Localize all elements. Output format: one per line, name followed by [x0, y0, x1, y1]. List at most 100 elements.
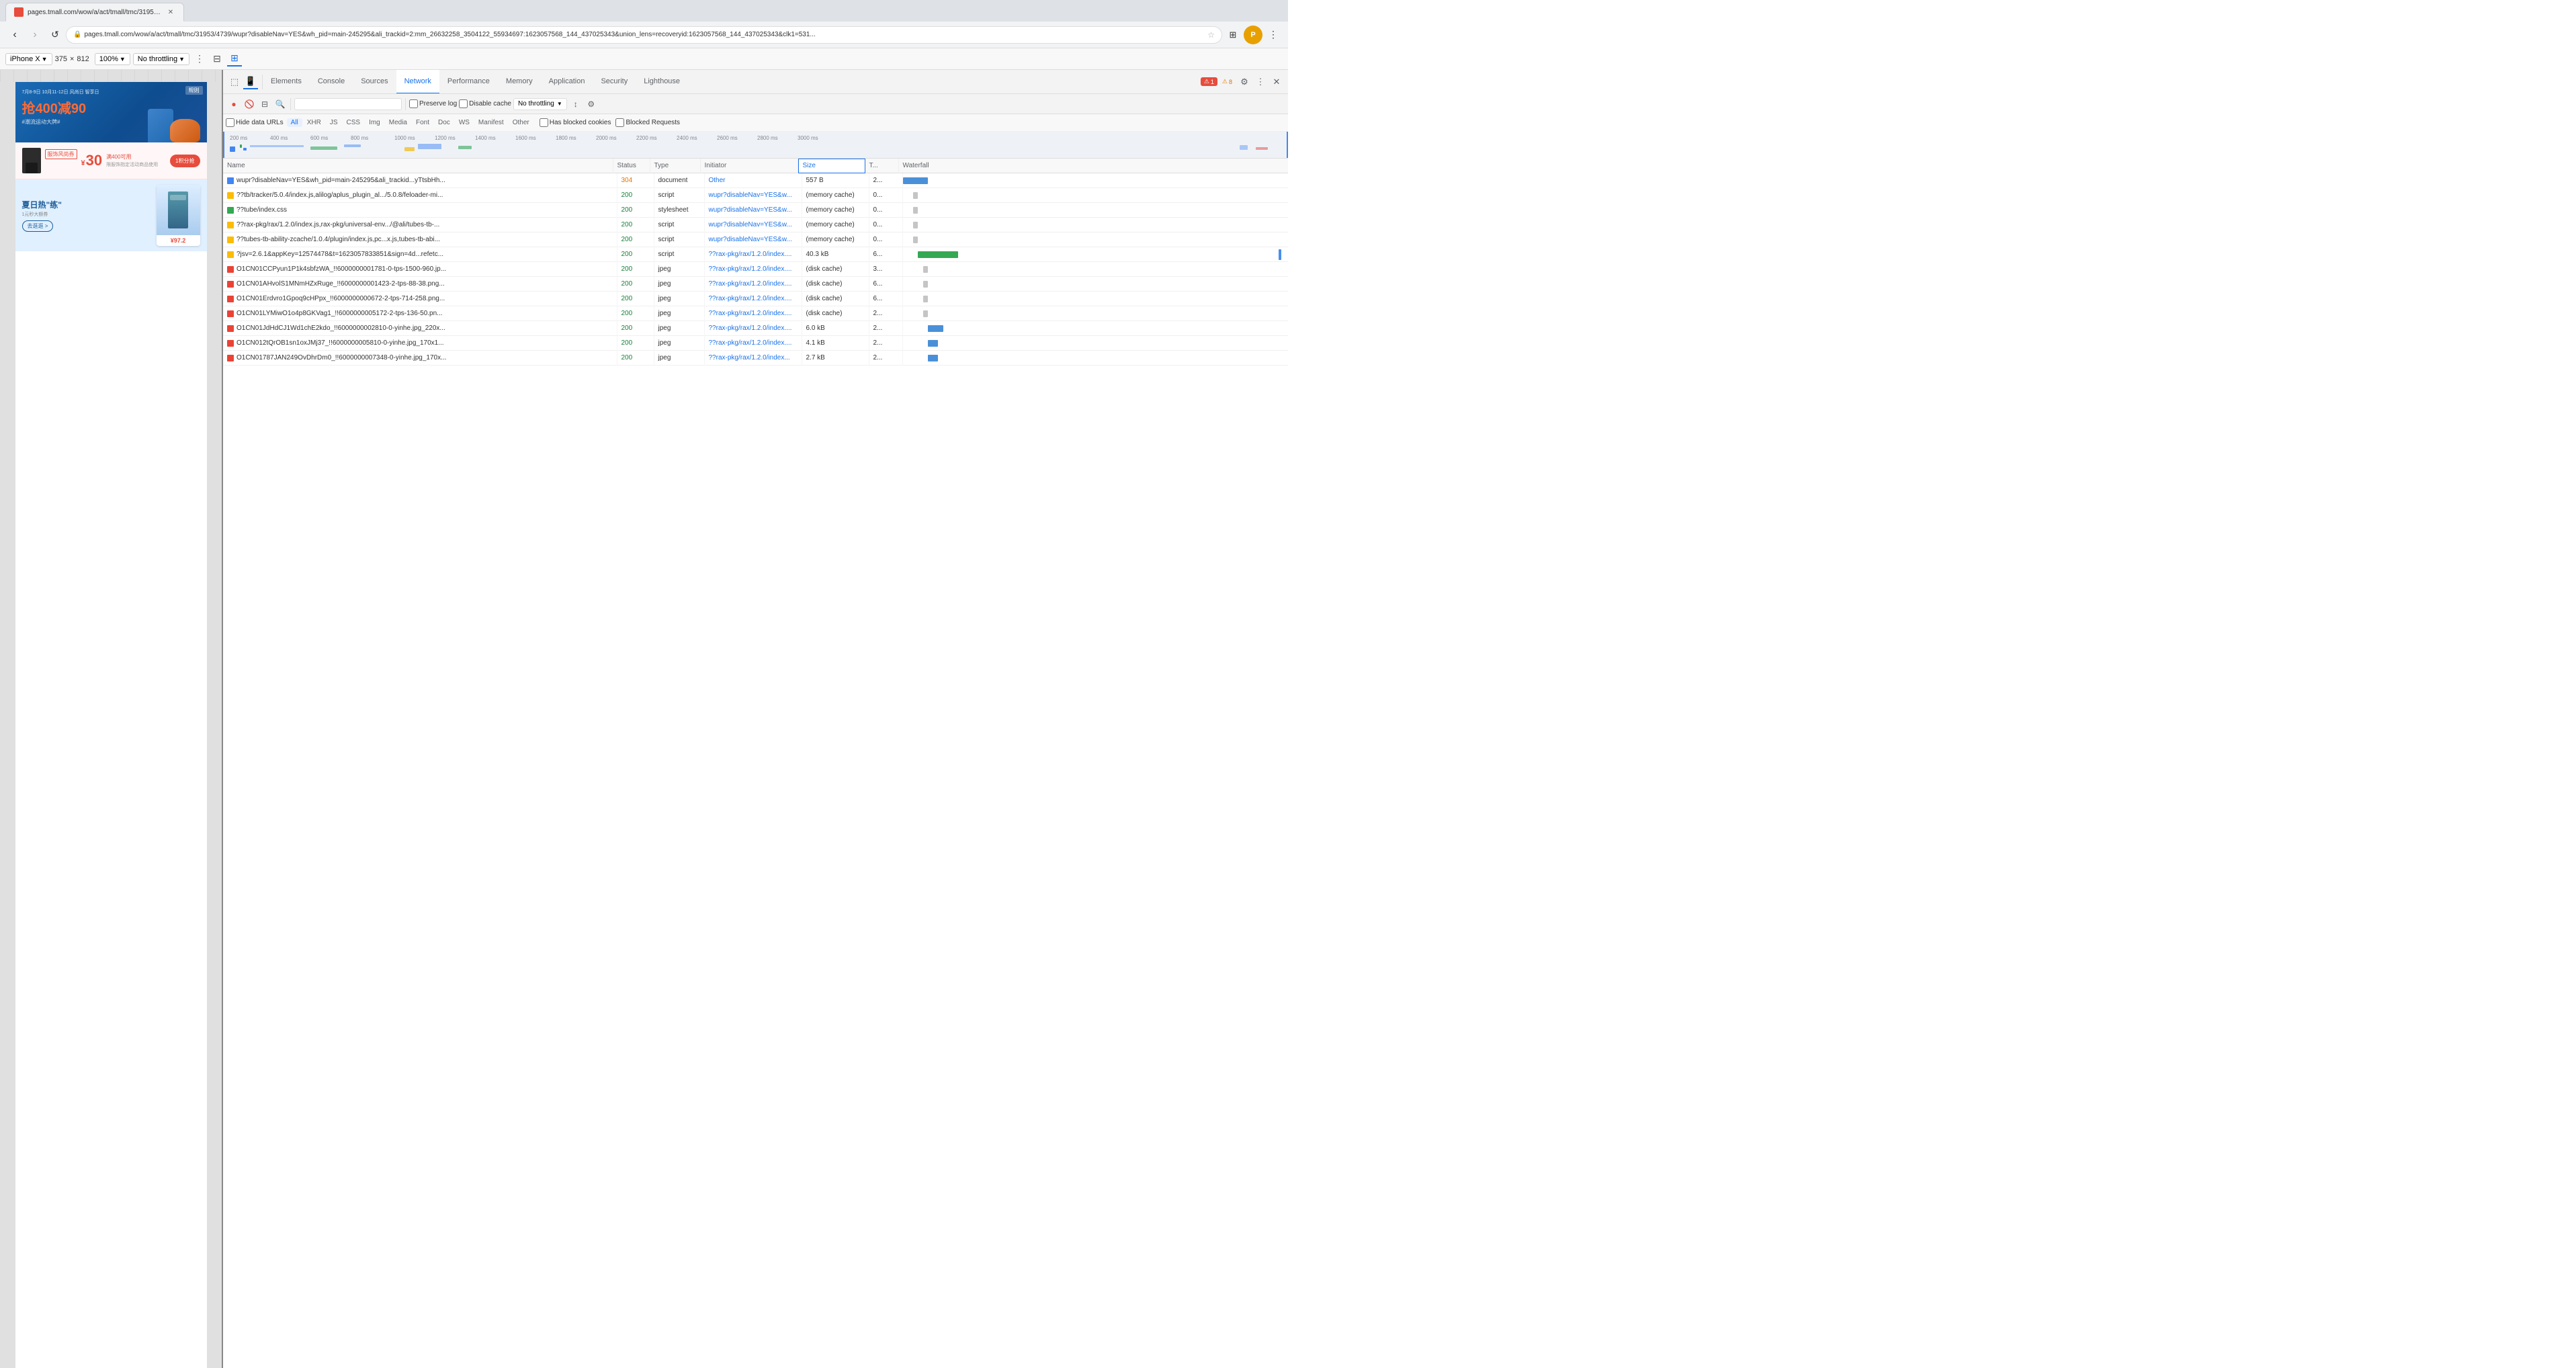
td-status: 200 — [617, 336, 654, 351]
tab-close-icon[interactable]: ✕ — [166, 7, 175, 17]
reload-button[interactable]: ↺ — [46, 26, 65, 44]
filter-ws[interactable]: WS — [455, 118, 474, 127]
table-row[interactable]: ??rax-pkg/rax/1.2.0/index.js,rax-pkg/uni… — [223, 218, 1288, 232]
td-size: (disk cache) — [802, 262, 869, 277]
import-export-icon[interactable]: ↕ — [569, 97, 583, 111]
th-status[interactable]: Status — [613, 159, 650, 173]
hide-data-urls-checkbox[interactable]: Hide data URLs — [226, 118, 284, 127]
table-row[interactable]: ??tube/index.css 200 stylesheet wupr?dis… — [223, 203, 1288, 218]
tab-memory[interactable]: Memory — [498, 70, 541, 93]
address-text: pages.tmall.com/wow/a/act/tmall/tmc/3195… — [84, 31, 1205, 38]
coupon-button[interactable]: 1积分抢 — [170, 155, 200, 167]
has-blocked-cookies-checkbox[interactable]: Has blocked cookies — [540, 118, 611, 127]
filter-css[interactable]: CSS — [343, 118, 365, 127]
zoom-selector[interactable]: 100% ▼ — [95, 53, 130, 65]
filter-bar: Hide data URLs All XHR JS CSS Img Media … — [223, 114, 1288, 132]
waterfall-bar — [928, 355, 938, 361]
td-time: 2... — [869, 351, 903, 366]
throttle-value: No throttling — [138, 55, 177, 63]
filter-doc[interactable]: Doc — [434, 118, 454, 127]
back-button[interactable]: ‹ — [5, 26, 24, 44]
network-toolbar: ● 🚫 ⊟ 🔍 Preserve log Disable cache No th… — [223, 94, 1288, 114]
td-initiator: ??rax-pkg/rax/1.2.0/index.... — [705, 277, 802, 292]
td-time: 6... — [869, 277, 903, 292]
responsive-frames-icon[interactable]: ⊞ — [227, 52, 242, 67]
profile-icon[interactable]: P — [1244, 26, 1262, 44]
filter-all[interactable]: All — [287, 118, 302, 127]
table-row[interactable]: wupr?disableNav=YES&wh_pid=main-245295&a… — [223, 173, 1288, 188]
filter-media[interactable]: Media — [385, 118, 411, 127]
th-size[interactable]: Size — [798, 159, 865, 173]
throttle-dropdown[interactable]: No throttling ▼ — [513, 98, 567, 110]
record-button[interactable]: ● — [227, 97, 241, 111]
th-initiator[interactable]: Initiator — [701, 159, 798, 173]
disable-cache-checkbox[interactable]: Disable cache — [459, 99, 511, 108]
preserve-log-checkbox[interactable]: Preserve log — [409, 99, 457, 108]
td-status: 200 — [617, 292, 654, 306]
filter-icon[interactable]: ⊟ — [258, 97, 271, 111]
tab-sources[interactable]: Sources — [353, 70, 396, 93]
settings-icon[interactable]: ⚙ — [1237, 75, 1252, 89]
table-row[interactable]: ??tb/tracker/5.0.4/index.js,alilog/aplus… — [223, 188, 1288, 203]
tab-network[interactable]: Network — [396, 70, 439, 93]
more-devtools-icon[interactable]: ⋮ — [1253, 75, 1268, 89]
forward-button[interactable]: › — [26, 26, 44, 44]
devtools-toggle-icon[interactable]: ⊟ — [210, 52, 224, 67]
exercise-go-button[interactable]: 去逛逛 > — [22, 220, 54, 232]
tab-performance[interactable]: Performance — [439, 70, 498, 93]
clear-button[interactable]: 🚫 — [243, 97, 256, 111]
tab-security[interactable]: Security — [593, 70, 636, 93]
filter-manifest[interactable]: Manifest — [474, 118, 508, 127]
table-row[interactable]: O1CN012tQrOB1sn1oxJMj37_!!6000000005810-… — [223, 336, 1288, 351]
table-row[interactable]: ??tubes-tb-ability-zcache/1.0.4/plugin/i… — [223, 232, 1288, 247]
search-input[interactable] — [294, 98, 402, 110]
throttle-selector[interactable]: No throttling ▼ — [133, 53, 189, 65]
td-type: document — [654, 173, 705, 188]
td-initiator: ??rax-pkg/rax/1.2.0/index... — [705, 351, 802, 366]
th-name[interactable]: Name — [223, 159, 613, 173]
table-row[interactable]: ?jsv=2.6.1&appKey=12574478&t=16230578338… — [223, 247, 1288, 262]
th-time[interactable]: T... — [865, 159, 899, 173]
inspect-element-icon[interactable]: ⬚ — [227, 75, 242, 89]
toolbar-separator-2 — [405, 98, 406, 110]
device-toggle-icon[interactable]: 📱 — [243, 75, 258, 89]
td-waterfall — [903, 306, 1289, 321]
close-devtools-icon[interactable]: ✕ — [1269, 75, 1284, 89]
filter-xhr[interactable]: XHR — [303, 118, 325, 127]
table-row[interactable]: O1CN01787JAN249OvDhrDm0_!!6000000007348-… — [223, 351, 1288, 366]
tab-application[interactable]: Application — [541, 70, 593, 93]
device-selector[interactable]: iPhone X ▼ — [5, 53, 52, 65]
blocked-requests-checkbox[interactable]: Blocked Requests — [615, 118, 680, 127]
td-initiator: ??rax-pkg/rax/1.2.0/index.... — [705, 247, 802, 262]
table-row[interactable]: O1CN01Erdvro1Gpoq9cHPpx_!!6000000000672-… — [223, 292, 1288, 306]
th-waterfall[interactable]: Waterfall — [899, 159, 1289, 173]
settings-gear-icon[interactable]: ⚙ — [585, 97, 598, 111]
more-options-icon[interactable]: ⋮ — [192, 52, 207, 67]
table-row[interactable]: O1CN01LYMiwO1o4p8GKVag1_!!6000000005172-… — [223, 306, 1288, 321]
menu-icon[interactable]: ⋮ — [1264, 26, 1283, 44]
filter-font[interactable]: Font — [412, 118, 433, 127]
tab-lighthouse[interactable]: Lighthouse — [636, 70, 688, 93]
th-type[interactable]: Type — [650, 159, 701, 173]
table-row[interactable]: O1CN01JdHdCJ1Wd1chE2kdo_!!6000000002810-… — [223, 321, 1288, 336]
tab-title: pages.tmall.com/wow/a/act/tmall/tmc/3195… — [28, 9, 162, 16]
extensions-icon[interactable]: ⊞ — [1223, 26, 1242, 44]
active-tab[interactable]: pages.tmall.com/wow/a/act/tmall/tmc/3195… — [5, 3, 184, 22]
td-status: 200 — [617, 247, 654, 262]
browser-chrome: pages.tmall.com/wow/a/act/tmall/tmc/3195… — [0, 0, 1288, 48]
tab-console[interactable]: Console — [310, 70, 353, 93]
file-type-icon — [227, 222, 234, 228]
search-icon[interactable]: 🔍 — [273, 97, 287, 111]
filter-img[interactable]: Img — [365, 118, 384, 127]
td-name: wupr?disableNav=YES&wh_pid=main-245295&a… — [223, 173, 617, 188]
file-type-icon — [227, 325, 234, 332]
table-row[interactable]: O1CN01AHvolS1MNmHZxRuge_!!6000000001423-… — [223, 277, 1288, 292]
td-name: ??tube/index.css — [223, 203, 617, 218]
star-icon[interactable]: ☆ — [1207, 30, 1215, 40]
tab-elements[interactable]: Elements — [263, 70, 310, 93]
address-bar[interactable]: 🔒 pages.tmall.com/wow/a/act/tmall/tmc/31… — [66, 26, 1222, 44]
filter-other[interactable]: Other — [509, 118, 533, 127]
table-row[interactable]: O1CN01CCPyun1P1k4sbfzWA_!!6000000001781-… — [223, 262, 1288, 277]
filter-js[interactable]: JS — [326, 118, 342, 127]
td-size: (memory cache) — [802, 232, 869, 247]
